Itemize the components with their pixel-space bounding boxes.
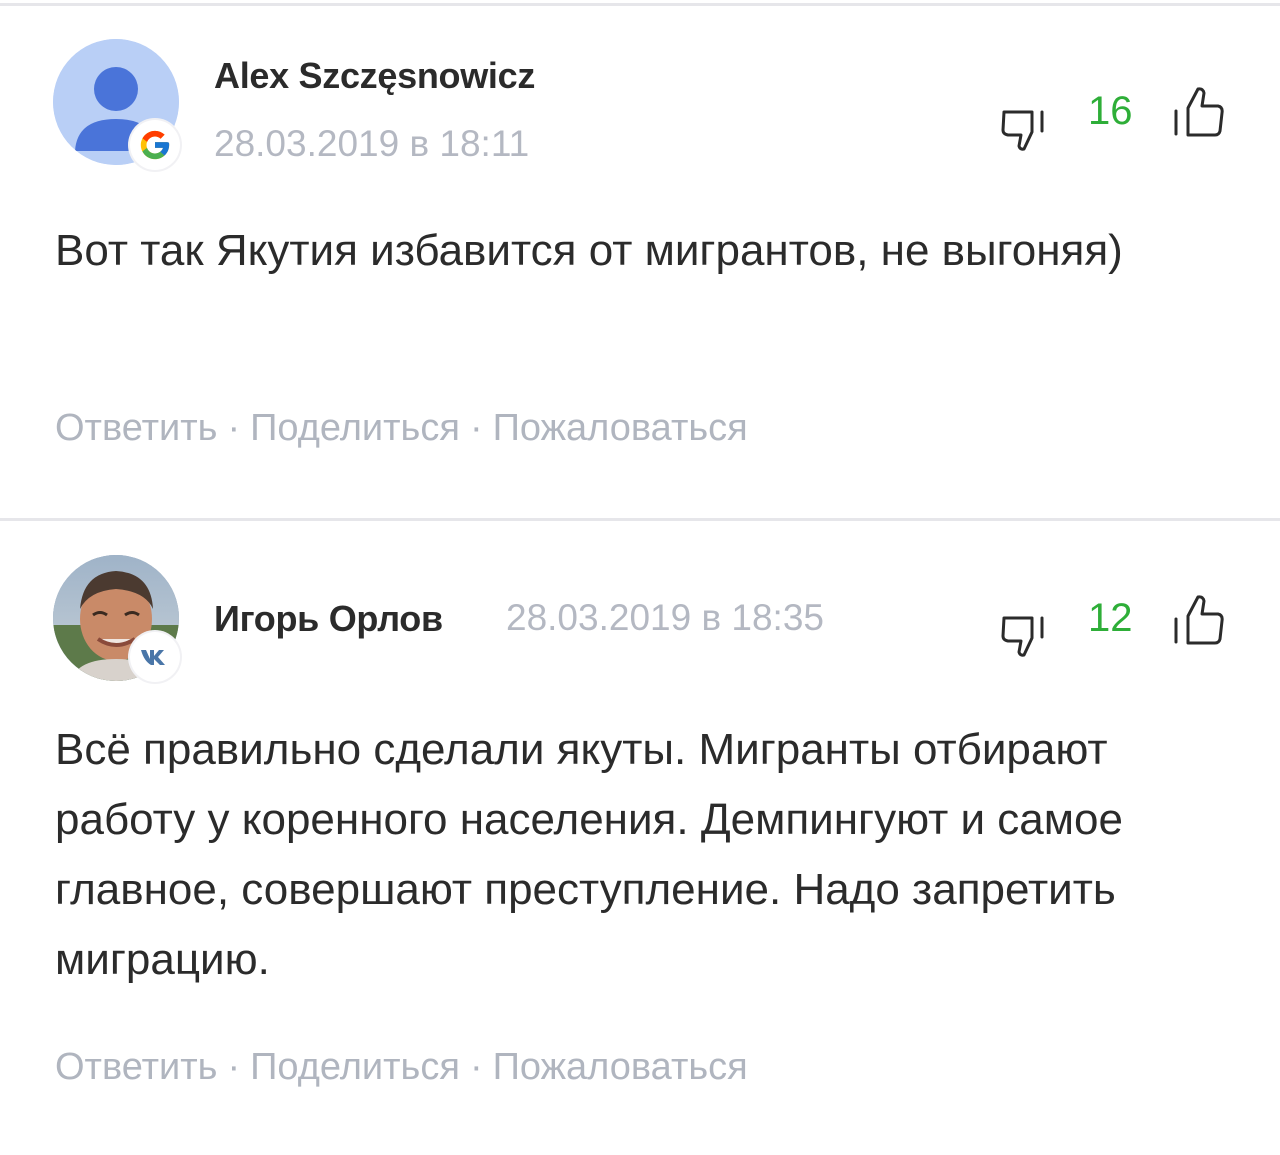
vote-score: 16 — [1088, 89, 1133, 133]
comment-text: Всё правильно сделали якуты. Мигранты от… — [55, 725, 1123, 984]
comment-actions: Ответить · Поделиться · Пожаловаться — [55, 1046, 748, 1089]
thumbs-up-icon[interactable] — [1168, 84, 1226, 142]
reply-link[interactable]: Ответить — [55, 1046, 217, 1088]
separator: · — [469, 1046, 483, 1088]
separator: · — [227, 1046, 241, 1088]
thumbs-down-icon[interactable] — [998, 98, 1054, 154]
vote-score: 12 — [1088, 596, 1133, 640]
reply-link[interactable]: Ответить — [55, 407, 217, 449]
thumbs-down-icon[interactable] — [998, 604, 1054, 660]
separator: · — [227, 407, 241, 449]
comment-date: 28.03.2019 в 18:35 — [506, 597, 824, 638]
separator: · — [469, 407, 483, 449]
thumbs-up-icon[interactable] — [1168, 592, 1226, 650]
comment-text: Вот так Якутия избавится от мигрантов, н… — [55, 226, 1123, 275]
vk-icon — [130, 632, 180, 682]
comment-date: 28.03.2019 в 18:11 — [214, 123, 530, 164]
comment-item: Alex Szczęsnowicz 28.03.2019 в 18:11 16 … — [0, 0, 1280, 518]
author-name[interactable]: Alex Szczęsnowicz — [214, 55, 535, 97]
share-link[interactable]: Поделиться — [250, 1046, 460, 1088]
comment-actions: Ответить · Поделиться · Пожаловаться — [55, 407, 748, 450]
comment-item: Игорь Орлов 28.03.2019 в 18:35 12 Всё пр… — [0, 521, 1280, 1155]
share-link[interactable]: Поделиться — [250, 407, 460, 449]
report-link[interactable]: Пожаловаться — [493, 1046, 748, 1088]
report-link[interactable]: Пожаловаться — [493, 407, 748, 449]
author-name[interactable]: Игорь Орлов — [214, 598, 443, 640]
google-icon — [130, 120, 180, 170]
